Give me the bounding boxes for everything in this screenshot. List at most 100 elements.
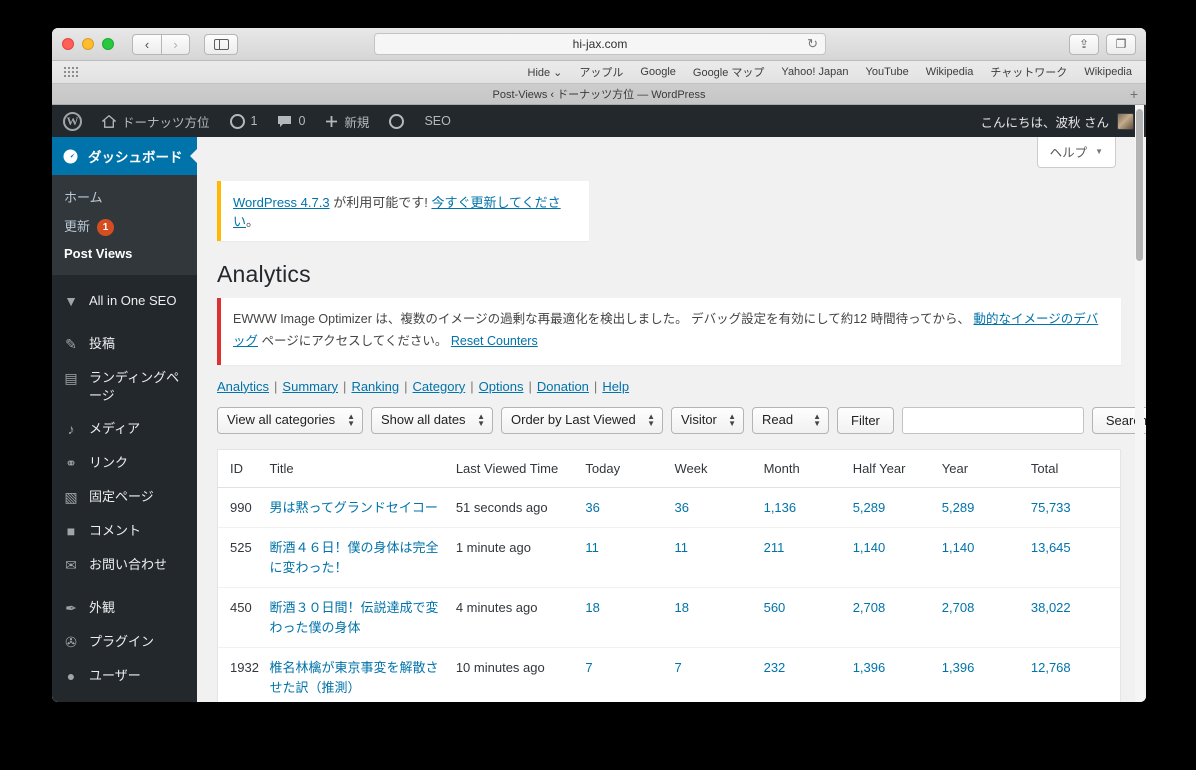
count-link[interactable]: 5,289 [853,500,886,515]
visitor-select[interactable]: Visitor [671,406,744,434]
sidebar-item-12[interactable]: ⚒ ツール [52,693,197,703]
bookmark-item[interactable]: Yahoo! Japan [781,66,848,78]
filter-button[interactable]: Filter [837,406,894,434]
address-bar[interactable]: hi-jax.com ↻ [374,33,826,55]
sidebar-item-3[interactable]: ▤ ランディングページ [52,361,197,412]
column-header-today[interactable]: Today [585,449,675,488]
count-link[interactable]: 18 [675,600,689,615]
active-tab-title[interactable]: Post-Views ‹ ドーナッツ方位 — WordPress [493,86,706,102]
bookmark-item[interactable]: Hide ⌄ [528,66,563,79]
reload-icon[interactable]: ↻ [807,36,818,52]
admin-bar-new[interactable]: 新規 [315,105,379,137]
search-input[interactable] [901,406,1084,434]
admin-bar-wp-logo[interactable]: W [52,105,92,137]
bookmark-item[interactable]: Google マップ [693,64,765,80]
count-link[interactable]: 560 [764,600,786,615]
sidebar-item-6[interactable]: ▧ 固定ページ [52,480,197,514]
order-select[interactable]: Order by Last Viewed [501,406,663,434]
content-scrollbar[interactable] [1135,105,1144,702]
dates-select[interactable]: Show all dates [371,406,493,434]
column-header-id[interactable]: ID [218,449,270,488]
sidebar-toggle-button[interactable] [204,33,238,55]
post-title-link[interactable]: 椎名林檎が東京事変を解散させた訳（推測） [270,660,439,695]
sidebar-item-4[interactable]: ♪ メディア [52,412,197,446]
nav-link-donation[interactable]: Donation [537,379,589,394]
sidebar-item-2[interactable]: ✎ 投稿 [52,327,197,361]
sidebar-item-11[interactable]: ● ユーザー [52,659,197,693]
admin-bar-site-name[interactable]: ドーナッツ方位 [92,105,220,137]
scrollbar-thumb[interactable] [1136,109,1143,261]
apps-grid-icon[interactable] [64,67,78,77]
column-header-week[interactable]: Week [674,449,764,488]
count-link[interactable]: 36 [675,500,689,515]
count-link[interactable]: 1,396 [942,660,975,675]
nav-link-analytics[interactable]: Analytics [217,379,269,394]
help-tab-button[interactable]: ヘルプ ▼ [1036,137,1116,168]
count-link[interactable]: 36 [585,500,599,515]
column-header-last-viewed-time[interactable]: Last Viewed Time [455,449,586,488]
count-link[interactable]: 18 [585,600,599,615]
count-link[interactable]: 1,140 [853,540,886,555]
column-header-month[interactable]: Month [763,449,853,488]
bookmark-item[interactable]: アップル [579,64,623,80]
count-link[interactable]: 75,733 [1031,500,1071,515]
count-link[interactable]: 2,708 [942,600,975,615]
column-header-title[interactable]: Title [269,449,456,488]
minimize-window-button[interactable] [82,38,94,50]
sidebar-item-dashboard[interactable]: ダッシュボード [52,137,197,175]
admin-bar-my-account[interactable]: こんにちは、波秋 さん [981,112,1146,131]
count-link[interactable]: 7 [675,660,682,675]
count-link[interactable]: 1,136 [764,500,797,515]
count-link[interactable]: 1,140 [942,540,975,555]
column-header-half-year[interactable]: Half Year [852,449,942,488]
count-link[interactable]: 1,396 [853,660,886,675]
count-link[interactable]: 7 [585,660,592,675]
bookmark-item[interactable]: チャットワーク [990,64,1067,80]
back-button[interactable]: ‹ [132,33,161,55]
nav-link-category[interactable]: Category [413,379,466,394]
admin-bar-comments[interactable]: 0 [267,105,315,137]
count-link[interactable]: 5,289 [942,500,975,515]
admin-bar-seo[interactable] [379,105,414,137]
column-header-total[interactable]: Total [1030,449,1120,488]
count-link[interactable]: 38,022 [1031,600,1071,615]
bookmark-item[interactable]: Wikipedia [926,66,974,78]
sidebar-item-8[interactable]: ✉ お問い合わせ [52,548,197,582]
sidebar-item-10[interactable]: ✇ プラグイン [52,625,197,659]
forward-button[interactable]: › [161,33,190,55]
bookmark-item[interactable]: Wikipedia [1084,66,1132,78]
column-header-year[interactable]: Year [941,449,1031,488]
update-version-link[interactable]: WordPress 4.7.3 [233,195,330,210]
sidebar-item-1[interactable]: ▼ All in One SEO [52,284,197,318]
nav-link-summary[interactable]: Summary [282,379,338,394]
sidebar-item-7[interactable]: ■ コメント [52,514,197,548]
nav-link-options[interactable]: Options [479,379,524,394]
count-link[interactable]: 232 [764,660,786,675]
share-button[interactable]: ⇪ [1069,33,1099,55]
sidebar-item-9[interactable]: ✒ 外観 [52,591,197,625]
post-title-link[interactable]: 断酒３０日間！伝説達成で変わった僕の身体 [270,600,439,635]
new-tab-button[interactable]: + [1130,86,1138,102]
show-tabs-button[interactable]: ❐ [1106,33,1136,55]
sidebar-subitem-1[interactable]: ホーム [52,182,197,211]
admin-bar-seo-label-wrap[interactable]: SEO [414,105,460,137]
count-link[interactable]: 11 [585,540,599,555]
maximize-window-button[interactable] [102,38,114,50]
sidebar-item-5[interactable]: ⚭ リンク [52,446,197,480]
count-link[interactable]: 12,768 [1031,660,1071,675]
bookmark-item[interactable]: YouTube [866,66,909,78]
count-link[interactable]: 2,708 [853,600,886,615]
count-link[interactable]: 211 [764,540,785,555]
nav-link-help[interactable]: Help [602,379,629,394]
close-window-button[interactable] [62,38,74,50]
nav-link-ranking[interactable]: Ranking [351,379,399,394]
read-select[interactable]: Read [752,406,829,434]
reset-counters-link[interactable]: Reset Counters [451,334,538,348]
count-link[interactable]: 13,645 [1031,540,1071,555]
sidebar-subitem-3[interactable]: Post Views [52,241,197,266]
count-link[interactable]: 11 [675,540,689,555]
sidebar-subitem-2[interactable]: 更新 1 [52,211,197,241]
post-title-link[interactable]: 断酒４６日！僕の身体は完全に変わった！ [270,540,439,575]
bookmark-item[interactable]: Google [640,66,675,78]
category-select[interactable]: View all categories [217,406,363,434]
